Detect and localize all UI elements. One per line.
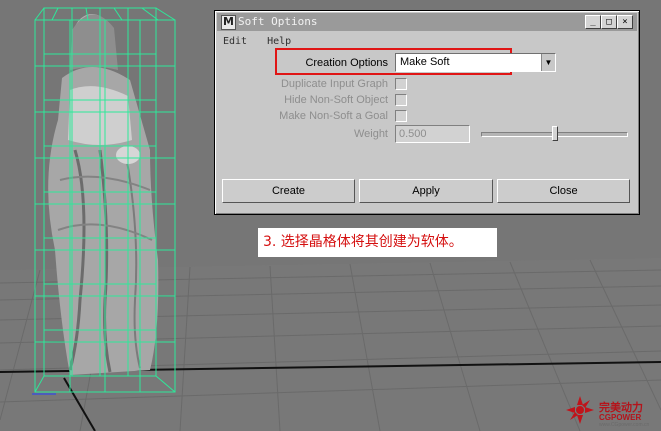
hide-non-soft-object-label: Hide Non-Soft Object bbox=[284, 94, 388, 106]
close-button[interactable]: Close bbox=[497, 179, 630, 203]
make-non-soft-goal-label: Make Non-Soft a Goal bbox=[279, 110, 388, 122]
menu-help[interactable]: Help bbox=[267, 36, 291, 47]
weight-slider-thumb[interactable] bbox=[551, 126, 558, 141]
apply-button[interactable]: Apply bbox=[359, 179, 493, 203]
window-close-button[interactable]: × bbox=[617, 15, 633, 29]
duplicate-input-graph-checkbox[interactable] bbox=[395, 78, 407, 90]
dialog-menubar: Edit Help bbox=[223, 36, 305, 47]
dropdown-arrow-icon[interactable]: ▼ bbox=[541, 54, 555, 71]
duplicate-input-graph-label: Duplicate Input Graph bbox=[280, 78, 388, 90]
dialog-title: Soft Options bbox=[238, 15, 318, 28]
menu-edit[interactable]: Edit bbox=[223, 36, 247, 47]
weight-field[interactable]: 0.500 bbox=[395, 125, 470, 143]
soft-options-dialog[interactable]: M Soft Options _ □ × Edit Help Creation … bbox=[214, 10, 640, 215]
create-button[interactable]: Create bbox=[222, 179, 355, 203]
weight-label: Weight bbox=[353, 128, 388, 140]
creation-options-label: Creation Options bbox=[305, 57, 388, 69]
creation-options-value: Make Soft bbox=[400, 56, 450, 68]
cgpower-watermark: 完美动力 CGPOWER www.CGpower.com.cn bbox=[566, 392, 661, 431]
dialog-titlebar[interactable]: M Soft Options _ □ × bbox=[217, 13, 637, 31]
statue-model bbox=[48, 14, 159, 376]
make-non-soft-goal-checkbox[interactable] bbox=[395, 110, 407, 122]
hide-non-soft-object-checkbox[interactable] bbox=[395, 94, 407, 106]
maya-app-icon[interactable]: M bbox=[221, 15, 236, 30]
creation-options-dropdown[interactable]: Make Soft ▼ bbox=[395, 53, 556, 72]
watermark-url: www.CGpower.com.cn bbox=[599, 422, 650, 428]
minimize-button[interactable]: _ bbox=[585, 15, 601, 29]
cgpower-logo-icon bbox=[566, 396, 594, 424]
tutorial-caption: 3. 选择晶格体将其创建为软体。 bbox=[258, 228, 497, 257]
watermark-subtitle: CGPOWER bbox=[599, 413, 642, 422]
maximize-button[interactable]: □ bbox=[601, 15, 617, 29]
